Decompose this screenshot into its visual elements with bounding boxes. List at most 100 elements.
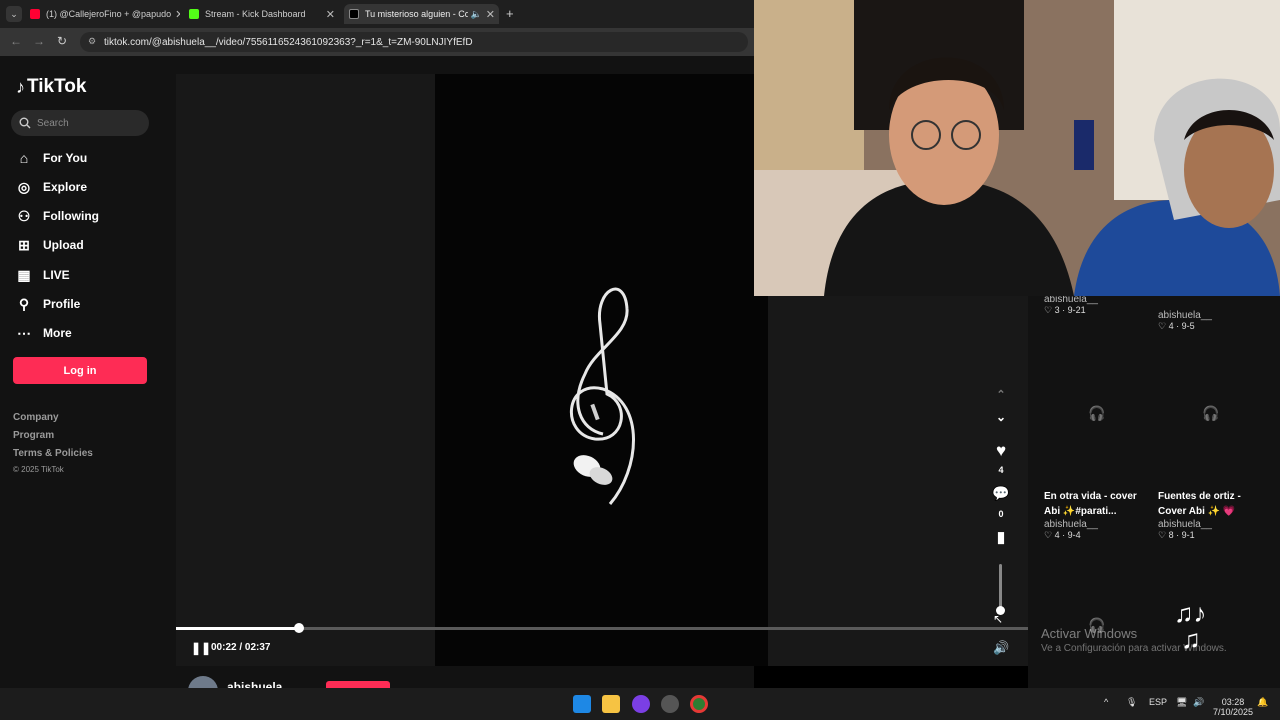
tab-title: (1) @CallejeroFino + @papudo bbox=[46, 9, 172, 19]
speaker-icon[interactable]: 🔈 bbox=[471, 9, 482, 20]
site-info-icon[interactable]: ⚙ bbox=[88, 36, 96, 47]
kick-icon bbox=[189, 9, 199, 19]
windows-start-icon[interactable] bbox=[573, 695, 591, 713]
tab-title: Tu misterioso alguien - Cov bbox=[365, 9, 468, 19]
tiktok-icon bbox=[349, 9, 359, 19]
search-icon bbox=[19, 117, 31, 129]
nav-for-you[interactable]: ⌂ For You bbox=[15, 148, 87, 168]
more-icon: ⋯ bbox=[17, 324, 31, 341]
activation-watermark: Activar Windows bbox=[1041, 626, 1138, 641]
profile-icon: ⚲ bbox=[18, 295, 30, 312]
mouse-cursor-icon: ↖ bbox=[993, 612, 1004, 626]
login-button[interactable]: Log in bbox=[13, 357, 147, 384]
heart-icon[interactable]: ♥ bbox=[990, 441, 1012, 461]
language-indicator[interactable]: ESP bbox=[1149, 697, 1167, 707]
volume-icon[interactable]: 🔊 bbox=[1193, 697, 1204, 708]
compass-icon: ◎ bbox=[17, 178, 31, 195]
nav-label: Following bbox=[43, 209, 99, 223]
close-icon[interactable]: ✕ bbox=[171, 8, 180, 21]
nav-upload[interactable]: ⊞ Upload bbox=[15, 235, 84, 255]
close-icon[interactable]: ✕ bbox=[322, 8, 339, 21]
tab-title: Stream - Kick Dashboard bbox=[205, 9, 306, 19]
back-icon[interactable]: ← bbox=[10, 34, 22, 48]
youtube-icon bbox=[30, 9, 40, 19]
tiktok-icon: ♪ bbox=[16, 76, 25, 97]
webcam-overlay bbox=[754, 0, 1280, 296]
nav-label: Profile bbox=[43, 297, 81, 311]
time-display: 00:22 / 02:37 bbox=[211, 642, 271, 653]
tray-expand-icon[interactable]: ^ bbox=[1104, 697, 1108, 707]
card-stat-text: 4 · 9-5 bbox=[1168, 321, 1195, 331]
notification-icon[interactable]: 🔔 bbox=[1257, 697, 1268, 708]
chrome-icon[interactable] bbox=[690, 695, 708, 713]
card-title: Fuentes de ortiz - Cover Abi ✨ 💗 bbox=[1158, 491, 1241, 517]
logo-text: TikTok bbox=[27, 76, 87, 97]
following-icon: ⚇ bbox=[17, 207, 31, 224]
url-text: tiktok.com/@abishuela__/video/7556116524… bbox=[104, 36, 473, 48]
tab-tiktok[interactable]: Tu misterioso alguien - Cov 🔈 ✕ bbox=[344, 4, 499, 24]
volume-slider-track[interactable] bbox=[999, 564, 1002, 610]
heart-icon: ♡ bbox=[1158, 321, 1169, 331]
card-title: En otra vida - cover Abi ✨#parati... bbox=[1044, 491, 1137, 517]
card-author: abishuela__ bbox=[1044, 519, 1098, 530]
new-tab-button[interactable]: + bbox=[506, 6, 514, 21]
card-author: abishuela__ bbox=[1158, 310, 1212, 321]
app-icon[interactable] bbox=[661, 695, 679, 713]
nav-more[interactable]: ⋯ More bbox=[15, 323, 72, 343]
copyright: © 2025 TikTok bbox=[13, 465, 64, 474]
network-icon[interactable]: 🖥 bbox=[1176, 697, 1187, 708]
heart-icon: ♡ bbox=[1044, 530, 1055, 540]
volume-icon[interactable]: 🔊 bbox=[993, 640, 1009, 656]
close-icon[interactable]: ✕ bbox=[482, 8, 499, 21]
microphone-icon[interactable]: 🎙 bbox=[1126, 697, 1137, 708]
nav-label: For You bbox=[43, 151, 88, 165]
tab-search-button[interactable]: ⌄ bbox=[6, 6, 22, 22]
heart-icon: ♡ bbox=[1044, 305, 1055, 315]
obs-icon[interactable] bbox=[632, 695, 650, 713]
video-card[interactable]: En otra vida - cover Abi ✨#parati... abi… bbox=[1044, 489, 1154, 541]
nav-label: Upload bbox=[43, 238, 84, 252]
search-input[interactable]: Search bbox=[11, 110, 149, 136]
footer-terms[interactable]: Terms & Policies bbox=[13, 448, 93, 459]
upload-icon: ⊞ bbox=[18, 236, 30, 253]
reload-icon[interactable]: ↻ bbox=[57, 34, 67, 48]
pause-icon[interactable]: ❚❚ bbox=[191, 641, 211, 655]
video-card[interactable]: Fuentes de ortiz - Cover Abi ✨ 💗 abishue… bbox=[1158, 489, 1268, 541]
footer-program[interactable]: Program bbox=[13, 430, 54, 441]
nav-label: LIVE bbox=[43, 268, 70, 282]
card-stats: ♡ 4 · 9-4 bbox=[1044, 530, 1154, 541]
search-placeholder: Search bbox=[37, 117, 69, 129]
card-stats: ♡ 4 · 9-5 bbox=[1158, 321, 1212, 332]
video-card[interactable]: abishuela__ ♡ 3 · 9-21 bbox=[1044, 294, 1098, 316]
forward-icon[interactable]: → bbox=[33, 34, 45, 48]
headphones-icon: 🎧 bbox=[1088, 405, 1106, 421]
previous-video-icon[interactable]: ⌃ bbox=[990, 388, 1012, 401]
progress-knob[interactable] bbox=[293, 623, 304, 633]
address-bar[interactable]: ⚙ tiktok.com/@abishuela__/video/75561165… bbox=[80, 32, 748, 52]
tiktok-logo[interactable]: ♪ TikTok bbox=[16, 76, 86, 98]
live-icon: ▦ bbox=[17, 266, 31, 283]
nav-following[interactable]: ⚇ Following bbox=[15, 206, 99, 226]
heart-icon: ♡ bbox=[1158, 530, 1169, 540]
tab-youtube[interactable]: (1) @CallejeroFino + @papudo ✕ bbox=[30, 4, 180, 24]
clock-date: 7/10/2025 bbox=[1213, 707, 1254, 717]
footer-company[interactable]: Company bbox=[13, 412, 59, 423]
clock[interactable]: 03:28 7/10/2025 bbox=[1213, 697, 1253, 717]
nav-profile[interactable]: ⚲ Profile bbox=[15, 294, 80, 314]
next-video-icon[interactable]: ⌄ bbox=[990, 410, 1012, 424]
nav-explore[interactable]: ◎ Explore bbox=[15, 177, 87, 197]
music-notes-overlay-icon: ♫♪ ♫ bbox=[1174, 598, 1207, 654]
treble-clef-earphones-image bbox=[570, 287, 635, 505]
follow-button[interactable] bbox=[326, 681, 390, 688]
comment-icon[interactable]: 💬 bbox=[990, 485, 1012, 502]
tab-kick[interactable]: Stream - Kick Dashboard ✕ bbox=[189, 4, 339, 24]
bookmark-icon[interactable]: ▮ bbox=[990, 528, 1012, 546]
card-stat-text: 8 · 9-1 bbox=[1168, 530, 1195, 540]
nav-label: More bbox=[43, 326, 72, 340]
video-card[interactable]: abishuela__ ♡ 4 · 9-5 bbox=[1158, 310, 1212, 332]
file-explorer-icon[interactable] bbox=[602, 695, 620, 713]
video-frame[interactable] bbox=[435, 74, 768, 666]
progress-bar[interactable] bbox=[176, 627, 1028, 630]
headphones-icon: 🎧 bbox=[1202, 405, 1220, 421]
nav-live[interactable]: ▦ LIVE bbox=[15, 265, 70, 285]
